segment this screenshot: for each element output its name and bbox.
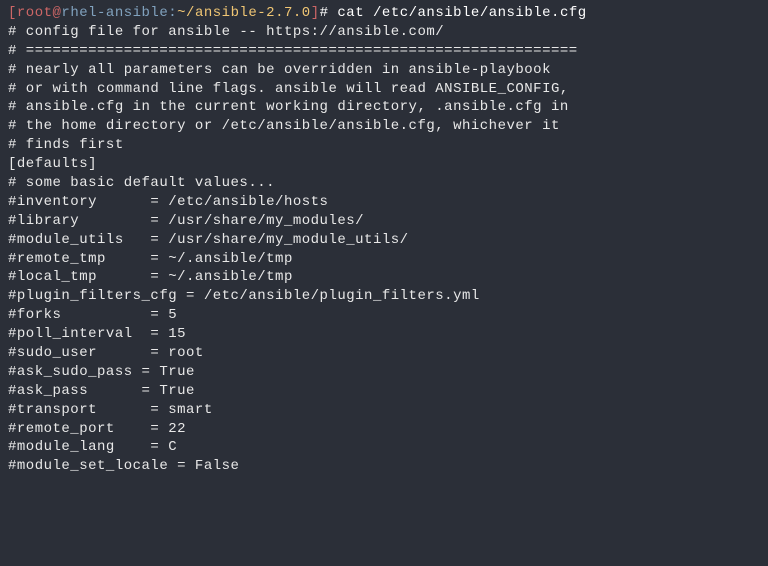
prompt-line: [root@rhel-ansible:~/ansible-2.7.0]# cat… — [8, 4, 760, 23]
output-line: #module_utils = /usr/share/my_module_uti… — [8, 231, 760, 250]
output-line: # or with command line flags. ansible wi… — [8, 80, 760, 99]
prompt-hash: # — [320, 5, 338, 21]
output-line: #ask_sudo_pass = True — [8, 363, 760, 382]
prompt-host: rhel-ansible — [61, 5, 168, 21]
prompt-close-bracket: ] — [311, 5, 320, 21]
output-line: # the home directory or /etc/ansible/ans… — [8, 117, 760, 136]
prompt-open-bracket: [ — [8, 5, 17, 21]
output-line: # ======================================… — [8, 42, 760, 61]
output-line: # ansible.cfg in the current working dir… — [8, 98, 760, 117]
output-line: #module_set_locale = False — [8, 457, 760, 476]
output-line: [defaults] — [8, 155, 760, 174]
output-line: # some basic default values... — [8, 174, 760, 193]
output-line: #ask_pass = True — [8, 382, 760, 401]
output-line: # config file for ansible -- https://ans… — [8, 23, 760, 42]
output-line: #remote_tmp = ~/.ansible/tmp — [8, 250, 760, 269]
output-line: #inventory = /etc/ansible/hosts — [8, 193, 760, 212]
output-line: #remote_port = 22 — [8, 420, 760, 439]
prompt-path: ~/ansible-2.7.0 — [177, 5, 311, 21]
output-line: #transport = smart — [8, 401, 760, 420]
output-line: #forks = 5 — [8, 306, 760, 325]
prompt-user: root — [17, 5, 53, 21]
prompt-sep: : — [168, 5, 177, 21]
terminal-window[interactable]: [root@rhel-ansible:~/ansible-2.7.0]# cat… — [8, 4, 760, 476]
output-line: # nearly all parameters can be overridde… — [8, 61, 760, 80]
output-line: #sudo_user = root — [8, 344, 760, 363]
output-line: #module_lang = C — [8, 438, 760, 457]
output-line: #plugin_filters_cfg = /etc/ansible/plugi… — [8, 287, 760, 306]
output-line: #library = /usr/share/my_modules/ — [8, 212, 760, 231]
command-text: cat /etc/ansible/ansible.cfg — [337, 5, 586, 21]
output-line: #local_tmp = ~/.ansible/tmp — [8, 268, 760, 287]
output-line: #poll_interval = 15 — [8, 325, 760, 344]
output-line: # finds first — [8, 136, 760, 155]
